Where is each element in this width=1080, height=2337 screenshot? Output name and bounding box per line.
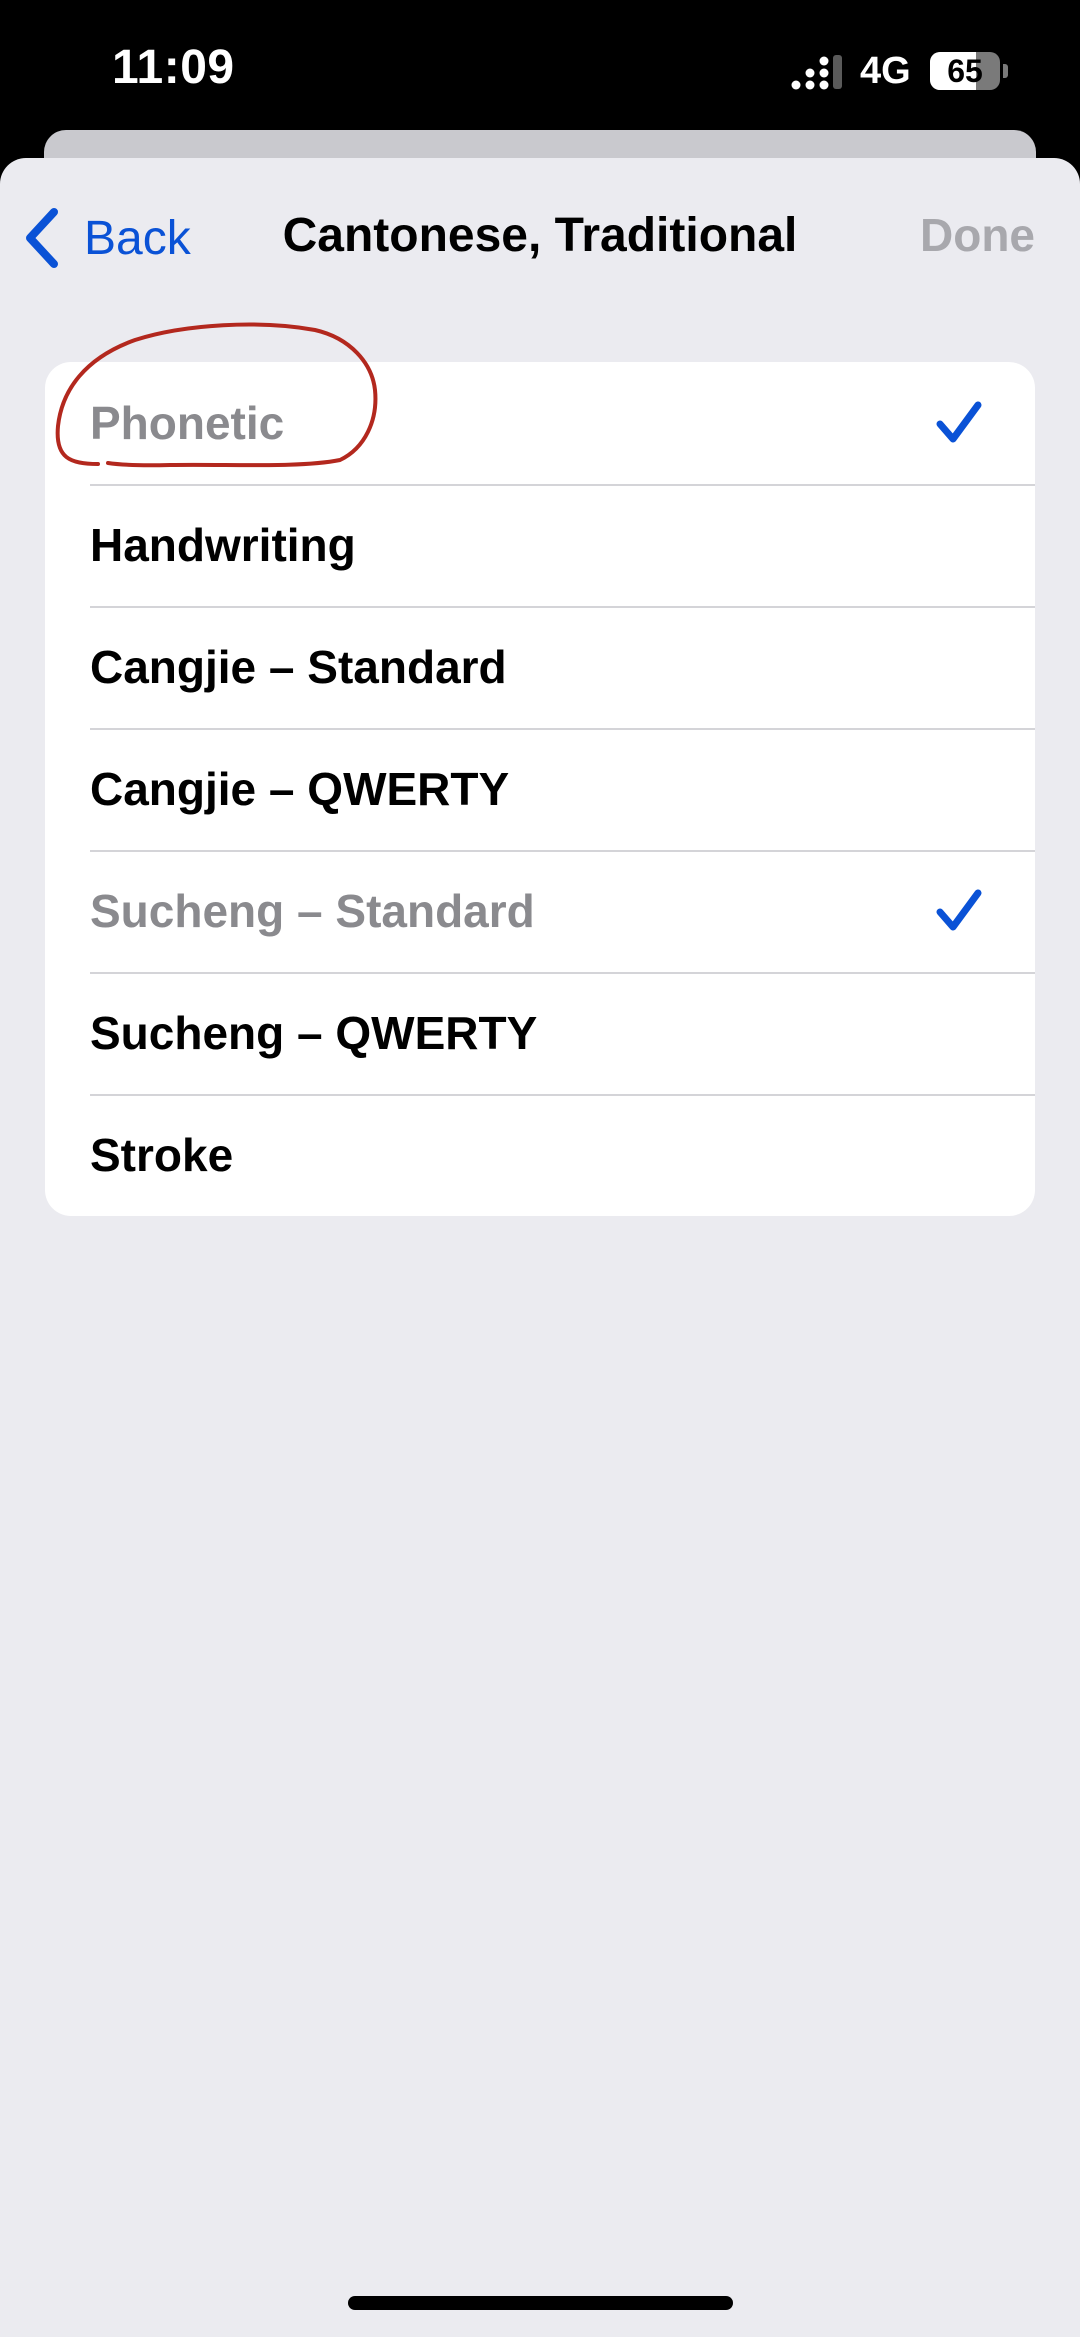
back-label: Back [84,211,191,265]
network-type: 4G [860,50,911,92]
list-item[interactable]: Handwriting [45,484,1035,606]
list-item[interactable]: Phonetic [45,362,1035,484]
status-bar: 11:09 4G 65 [0,0,1080,140]
done-button[interactable]: Done [920,208,1035,262]
battery-percent: 65 [947,53,983,89]
back-button[interactable]: Back [22,203,191,273]
list-item[interactable]: Cangjie – Standard [45,606,1035,728]
checkmark-icon [936,401,982,443]
navigation-bar: Back Cantonese, Traditional Done [0,158,1080,318]
list-item-label: Phonetic [90,397,285,449]
list-item-label: Handwriting [90,519,356,571]
input-method-list: Phonetic Handwriting Cangjie – Standard Can… [45,362,1035,1216]
list-item-label: Sucheng – QWERTY [90,1007,538,1059]
list-item-label: Cangjie – Standard [90,641,507,693]
signal-bars-icon [791,55,842,90]
home-indicator[interactable] [348,2296,733,2310]
battery-icon: 65 [930,52,1010,90]
list-item-label: Sucheng – Standard [90,885,535,937]
list-item[interactable]: Stroke [45,1094,1035,1216]
page-title: Cantonese, Traditional [282,209,798,262]
chevron-left-icon [26,208,58,268]
checkmark-icon [936,889,982,931]
screen: 11:09 4G 65 Back Cantonese, Traditional … [0,0,1080,2337]
list-item[interactable]: Sucheng – Standard [45,850,1035,972]
status-time: 11:09 [112,41,235,94]
list-item-label: Cangjie – QWERTY [90,763,510,815]
list-item-label: Stroke [90,1129,234,1181]
list-item[interactable]: Sucheng – QWERTY [45,972,1035,1094]
modal-sheet: Back Cantonese, Traditional Done Phoneti… [0,158,1080,2337]
list-item[interactable]: Cangjie – QWERTY [45,728,1035,850]
